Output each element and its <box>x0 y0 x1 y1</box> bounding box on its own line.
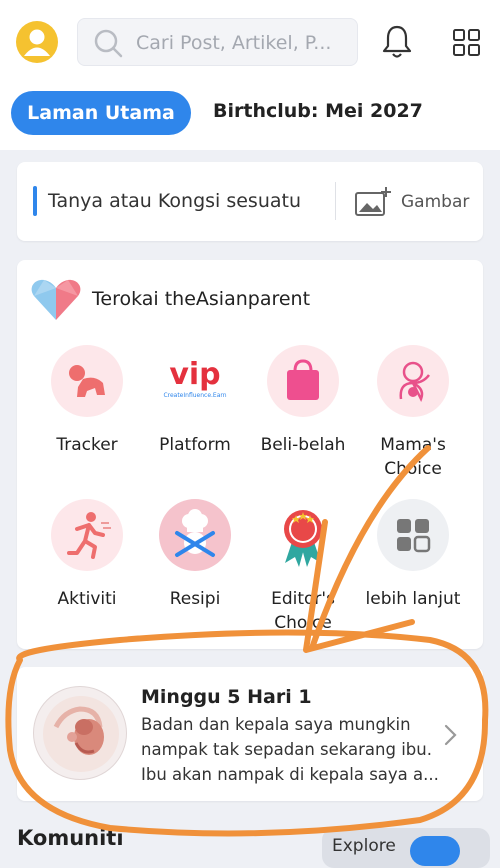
fetus-icon <box>43 696 119 772</box>
more-circle <box>377 499 449 571</box>
profile-avatar[interactable] <box>16 21 58 63</box>
chevron-right-icon[interactable] <box>443 723 459 747</box>
feature-recipes[interactable]: Resipi <box>141 499 249 611</box>
add-image-icon[interactable] <box>354 186 392 218</box>
mamas-choice-circle <box>377 345 449 417</box>
feature-mamas-choice[interactable]: Mama's Choice <box>359 345 467 481</box>
feature-label: Aktiviti <box>57 589 117 609</box>
feature-tracker[interactable]: Tracker <box>33 345 141 457</box>
feature-editors-choice[interactable]: Editor's Choice <box>249 499 357 635</box>
week-title: Minggu 5 Hari 1 <box>141 686 312 708</box>
feature-label: Resipi <box>169 589 221 609</box>
explore-pill[interactable]: Explore <box>322 828 490 868</box>
chef-icon <box>175 509 215 557</box>
recipes-circle <box>159 499 231 571</box>
feature-label: lebih lanjut <box>365 589 461 609</box>
community-title: Komuniti <box>17 826 124 850</box>
running-icon <box>67 512 111 559</box>
search-placeholder: Cari Post, Artikel, P... <box>136 32 332 54</box>
text-cursor <box>33 186 37 216</box>
toggle-indicator[interactable] <box>410 836 460 866</box>
tab-birthclub[interactable]: Birthclub: Mei 2027 <box>213 100 423 122</box>
feature-label: Tracker <box>56 435 118 455</box>
bell-icon[interactable] <box>382 24 412 60</box>
ask-prompt[interactable]: Tanya atau Kongsi sesuatu <box>48 190 301 212</box>
activity-circle <box>51 499 123 571</box>
divider <box>335 182 336 220</box>
tab-home[interactable]: Laman Utama <box>11 91 191 135</box>
feature-label: Beli-belah <box>260 435 346 455</box>
tracker-circle <box>51 345 123 417</box>
image-button-label[interactable]: Gambar <box>401 192 469 212</box>
pregnancy-week-card[interactable]: Minggu 5 Hari 1 Badan dan kepala saya mu… <box>17 667 483 801</box>
apps-grid-icon[interactable] <box>453 29 481 57</box>
week-description: Badan dan kepala saya mungkin nampak tak… <box>141 715 439 784</box>
mamas-choice-icon <box>399 361 430 403</box>
search-input[interactable]: Cari Post, Artikel, P... <box>77 18 358 66</box>
feature-label: Platform <box>159 435 231 455</box>
feature-activity[interactable]: Aktiviti <box>33 499 141 611</box>
feature-more[interactable]: lebih lanjut <box>359 499 467 611</box>
heart-logo-icon <box>31 279 81 320</box>
baby-crawl-icon <box>69 365 105 397</box>
platform-circle: vip CreateInfluence.Earn <box>159 345 231 417</box>
feature-label: Mama's Choice <box>380 435 446 479</box>
editor-badge-icon <box>284 510 322 567</box>
feature-label: Editor's Choice <box>271 589 335 633</box>
shopping-bag-icon <box>287 359 319 400</box>
top-bar: Cari Post, Artikel, P... Laman Utama Bir… <box>0 0 500 150</box>
more-grid-icon <box>397 519 431 553</box>
explore-title: Terokai theAsianparent <box>92 288 311 310</box>
search-icon <box>94 29 123 58</box>
ask-card[interactable]: Tanya atau Kongsi sesuatu Gambar <box>17 162 483 241</box>
explore-pill-label: Explore <box>332 836 396 856</box>
feature-platform[interactable]: vip CreateInfluence.Earn Platform <box>141 345 249 457</box>
explore-card: Terokai theAsianparent Tracker vip Creat… <box>17 260 483 649</box>
editors-choice-circle <box>267 499 339 571</box>
fetus-image <box>33 686 127 780</box>
user-icon <box>24 29 50 56</box>
vip-tagline: CreateInfluence.Earn <box>163 392 227 399</box>
shopping-circle <box>267 345 339 417</box>
feature-shopping[interactable]: Beli-belah <box>249 345 357 457</box>
vip-icon: vip <box>169 357 221 392</box>
